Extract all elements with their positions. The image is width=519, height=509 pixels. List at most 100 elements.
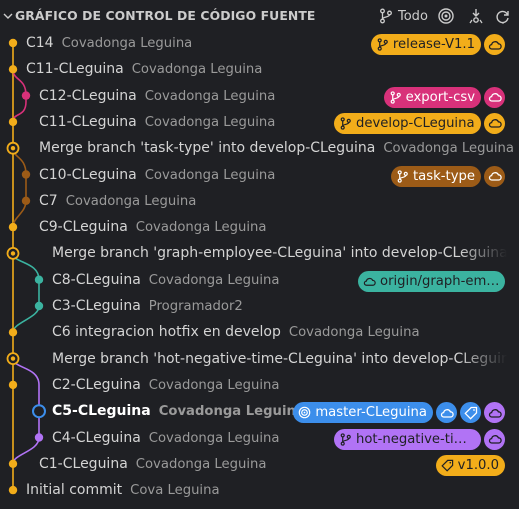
commit-row[interactable]: C11-CLeguina Covadonga Leguina (0, 58, 519, 84)
commit-author: Covadonga Leguina (144, 114, 276, 130)
commit-message-text: C11-CLeguina (26, 61, 124, 78)
commit-message: C14 Covadonga Leguina (26, 35, 192, 51)
ref-badge[interactable]: release-V1.1 (370, 34, 481, 55)
cloud-icon (488, 119, 502, 129)
commit-row[interactable]: C14 Covadonga Leguina release-V1.1 (0, 32, 519, 58)
commit-author: Covadonga Leguina (144, 167, 276, 183)
commit-message-text: C6 integracion hotfix en develop (52, 324, 281, 341)
ref-badge[interactable]: origin/graph-em… (358, 270, 505, 292)
commit-row[interactable]: C6 integracion hotfix en develop Covadong… (0, 321, 519, 347)
commit-row[interactable]: C1-CLeguina Covadonga Leguina v1.0.0 (0, 453, 519, 479)
commit-message: C7 Covadonga Leguina (39, 193, 196, 209)
commit-row[interactable]: C4-CLeguina Covadonga Leguina hot-negative… (0, 427, 519, 453)
panel-title: GRÁFICO DE CONTROL DE CÓDIGO FUENTE (15, 8, 316, 23)
refresh-icon[interactable] (494, 7, 512, 25)
commit-row[interactable]: C10-CLeguina Covadonga Leguina task-type (0, 164, 519, 190)
remote-cloud-badge[interactable] (436, 402, 457, 424)
ref-badge[interactable]: export-csv (383, 86, 481, 108)
cloud-icon (488, 408, 502, 418)
commit-message-text: C7 (39, 192, 58, 209)
commit-refs: task-type (391, 165, 505, 187)
remote-cloud-badge[interactable] (484, 34, 505, 55)
branch-filter-button[interactable]: Todo (378, 6, 428, 26)
ref-badge[interactable]: master-CLeguina (293, 402, 433, 424)
commit-message-text: C4-CLeguina (52, 429, 141, 446)
commit-message: C5-CLeguina Covadonga Leguina (52, 403, 305, 419)
commit-message: C4-CLeguina Covadonga Leguina (52, 430, 279, 446)
graph-view-header: GRÁFICO DE CONTROL DE CÓDIGO FUENTE Todo (0, 0, 519, 32)
branch-icon (390, 90, 401, 104)
branch-icon (377, 38, 388, 51)
commit-author: Covadonga Leguina (135, 456, 267, 472)
commit-message: C10-CLeguina Covadonga Leguina (39, 167, 275, 183)
tag-icon (463, 406, 477, 420)
commit-refs: origin/graph-em… (358, 270, 505, 292)
commit-row[interactable]: Merge branch 'task-type' into develop-CL… (0, 137, 519, 163)
cloud-icon (488, 40, 502, 50)
commit-refs: release-V1.1 (370, 34, 505, 55)
ref-badge-label: v1.0.0 (457, 457, 499, 473)
commit-message: C3-CLeguina Programador2 (52, 298, 243, 314)
commit-author: Covadonga Leguina (148, 430, 280, 446)
commit-message: C8-CLeguina Covadonga Leguina (52, 272, 279, 288)
commit-message-text: C5-CLeguina (52, 403, 151, 420)
commit-message-text: C11-CLeguina (39, 113, 137, 130)
remote-cloud-badge[interactable] (484, 402, 505, 424)
commit-message: C11-CLeguina Covadonga Leguina (39, 114, 275, 130)
branch-icon (380, 8, 392, 24)
commit-author: Covadonga Leguina (158, 404, 305, 420)
commit-author: Covadonga Leguina (144, 88, 276, 104)
commit-row[interactable]: C8-CLeguina Covadonga Leguina origin/graph… (0, 269, 519, 295)
commit-refs: develop-CLeguina (334, 112, 505, 134)
commit-row[interactable]: C7 Covadonga Leguina (0, 190, 519, 216)
commit-message-text: C1-CLeguina (39, 455, 128, 472)
text-overflow-fade (459, 242, 519, 269)
commit-message-text: Merge branch 'graph-employee-CLeguina' i… (52, 245, 508, 262)
commit-author: Covadonga Leguina (61, 36, 193, 51)
ref-badge[interactable]: task-type (391, 165, 481, 187)
commit-row[interactable]: C11-CLeguina Covadonga Leguina develop-CLe… (0, 111, 519, 137)
ref-badge[interactable]: develop-CLeguina (334, 112, 481, 134)
commit-message: C2-CLeguina Covadonga Leguina (52, 377, 279, 393)
commit-message: Merge branch 'hot-negative-time-CLeguina… (52, 351, 519, 367)
commit-row[interactable]: C12-CLeguina Covadonga Leguina export-csv (0, 85, 519, 111)
commit-row[interactable]: Initial commit Cova Leguina (0, 479, 519, 505)
cloud-icon (488, 435, 502, 444)
commit-author: Cova Leguina (130, 483, 220, 499)
remote-cloud-badge[interactable] (484, 86, 505, 108)
commit-message: C12-CLeguina Covadonga Leguina (39, 88, 275, 104)
commit-row[interactable]: Merge branch 'graph-employee-CLeguina' i… (0, 242, 519, 269)
commit-message-text: C14 (26, 35, 54, 51)
cloud-icon (440, 408, 454, 418)
commit-author: Covadonga Leguina (148, 377, 280, 393)
commit-row[interactable]: C3-CLeguina Programador2 (0, 295, 519, 321)
ref-badge[interactable]: hot-negative-ti… (334, 428, 481, 450)
commit-row[interactable]: C5-CLeguina Covadonga Leguina master-CLegu… (0, 400, 519, 426)
ref-badge-label: export-csv (405, 89, 475, 105)
commit-refs: master-CLeguina (293, 402, 505, 424)
ref-badge[interactable]: v1.0.0 (435, 454, 505, 476)
commit-row[interactable]: C2-CLeguina Covadonga Leguina (0, 374, 519, 400)
commit-author: Covadonga Leguina (383, 141, 514, 157)
commit-message-text: Merge branch 'hot-negative-time-CLeguina… (52, 350, 519, 367)
remote-cloud-badge[interactable] (484, 165, 505, 187)
tag-icon (440, 459, 453, 472)
commit-row[interactable]: Merge branch 'hot-negative-time-CLeguina… (0, 347, 519, 374)
tag-badge[interactable] (460, 402, 481, 424)
commit-row[interactable]: C9-CLeguina Covadonga Leguina (0, 216, 519, 242)
remote-cloud-badge[interactable] (484, 428, 505, 450)
commit-message-text: C3-CLeguina (52, 298, 141, 314)
text-overflow-fade (459, 347, 519, 374)
remote-cloud-badge[interactable] (484, 112, 505, 134)
chevron-down-icon[interactable] (2, 10, 14, 22)
commit-refs: hot-negative-ti… (334, 428, 505, 450)
commit-author: Covadonga Leguina (131, 62, 263, 78)
ref-badge-label: master-CLeguina (315, 405, 427, 421)
branch-icon (340, 117, 351, 130)
cloud-icon (488, 172, 502, 181)
commit-message-text: C2-CLeguina (52, 376, 141, 393)
ref-badge-label: origin/graph-em… (380, 273, 500, 289)
fetch-icon[interactable] (467, 7, 485, 25)
ref-badge-label: develop-CLeguina (356, 115, 475, 131)
target-icon[interactable] (437, 7, 455, 25)
